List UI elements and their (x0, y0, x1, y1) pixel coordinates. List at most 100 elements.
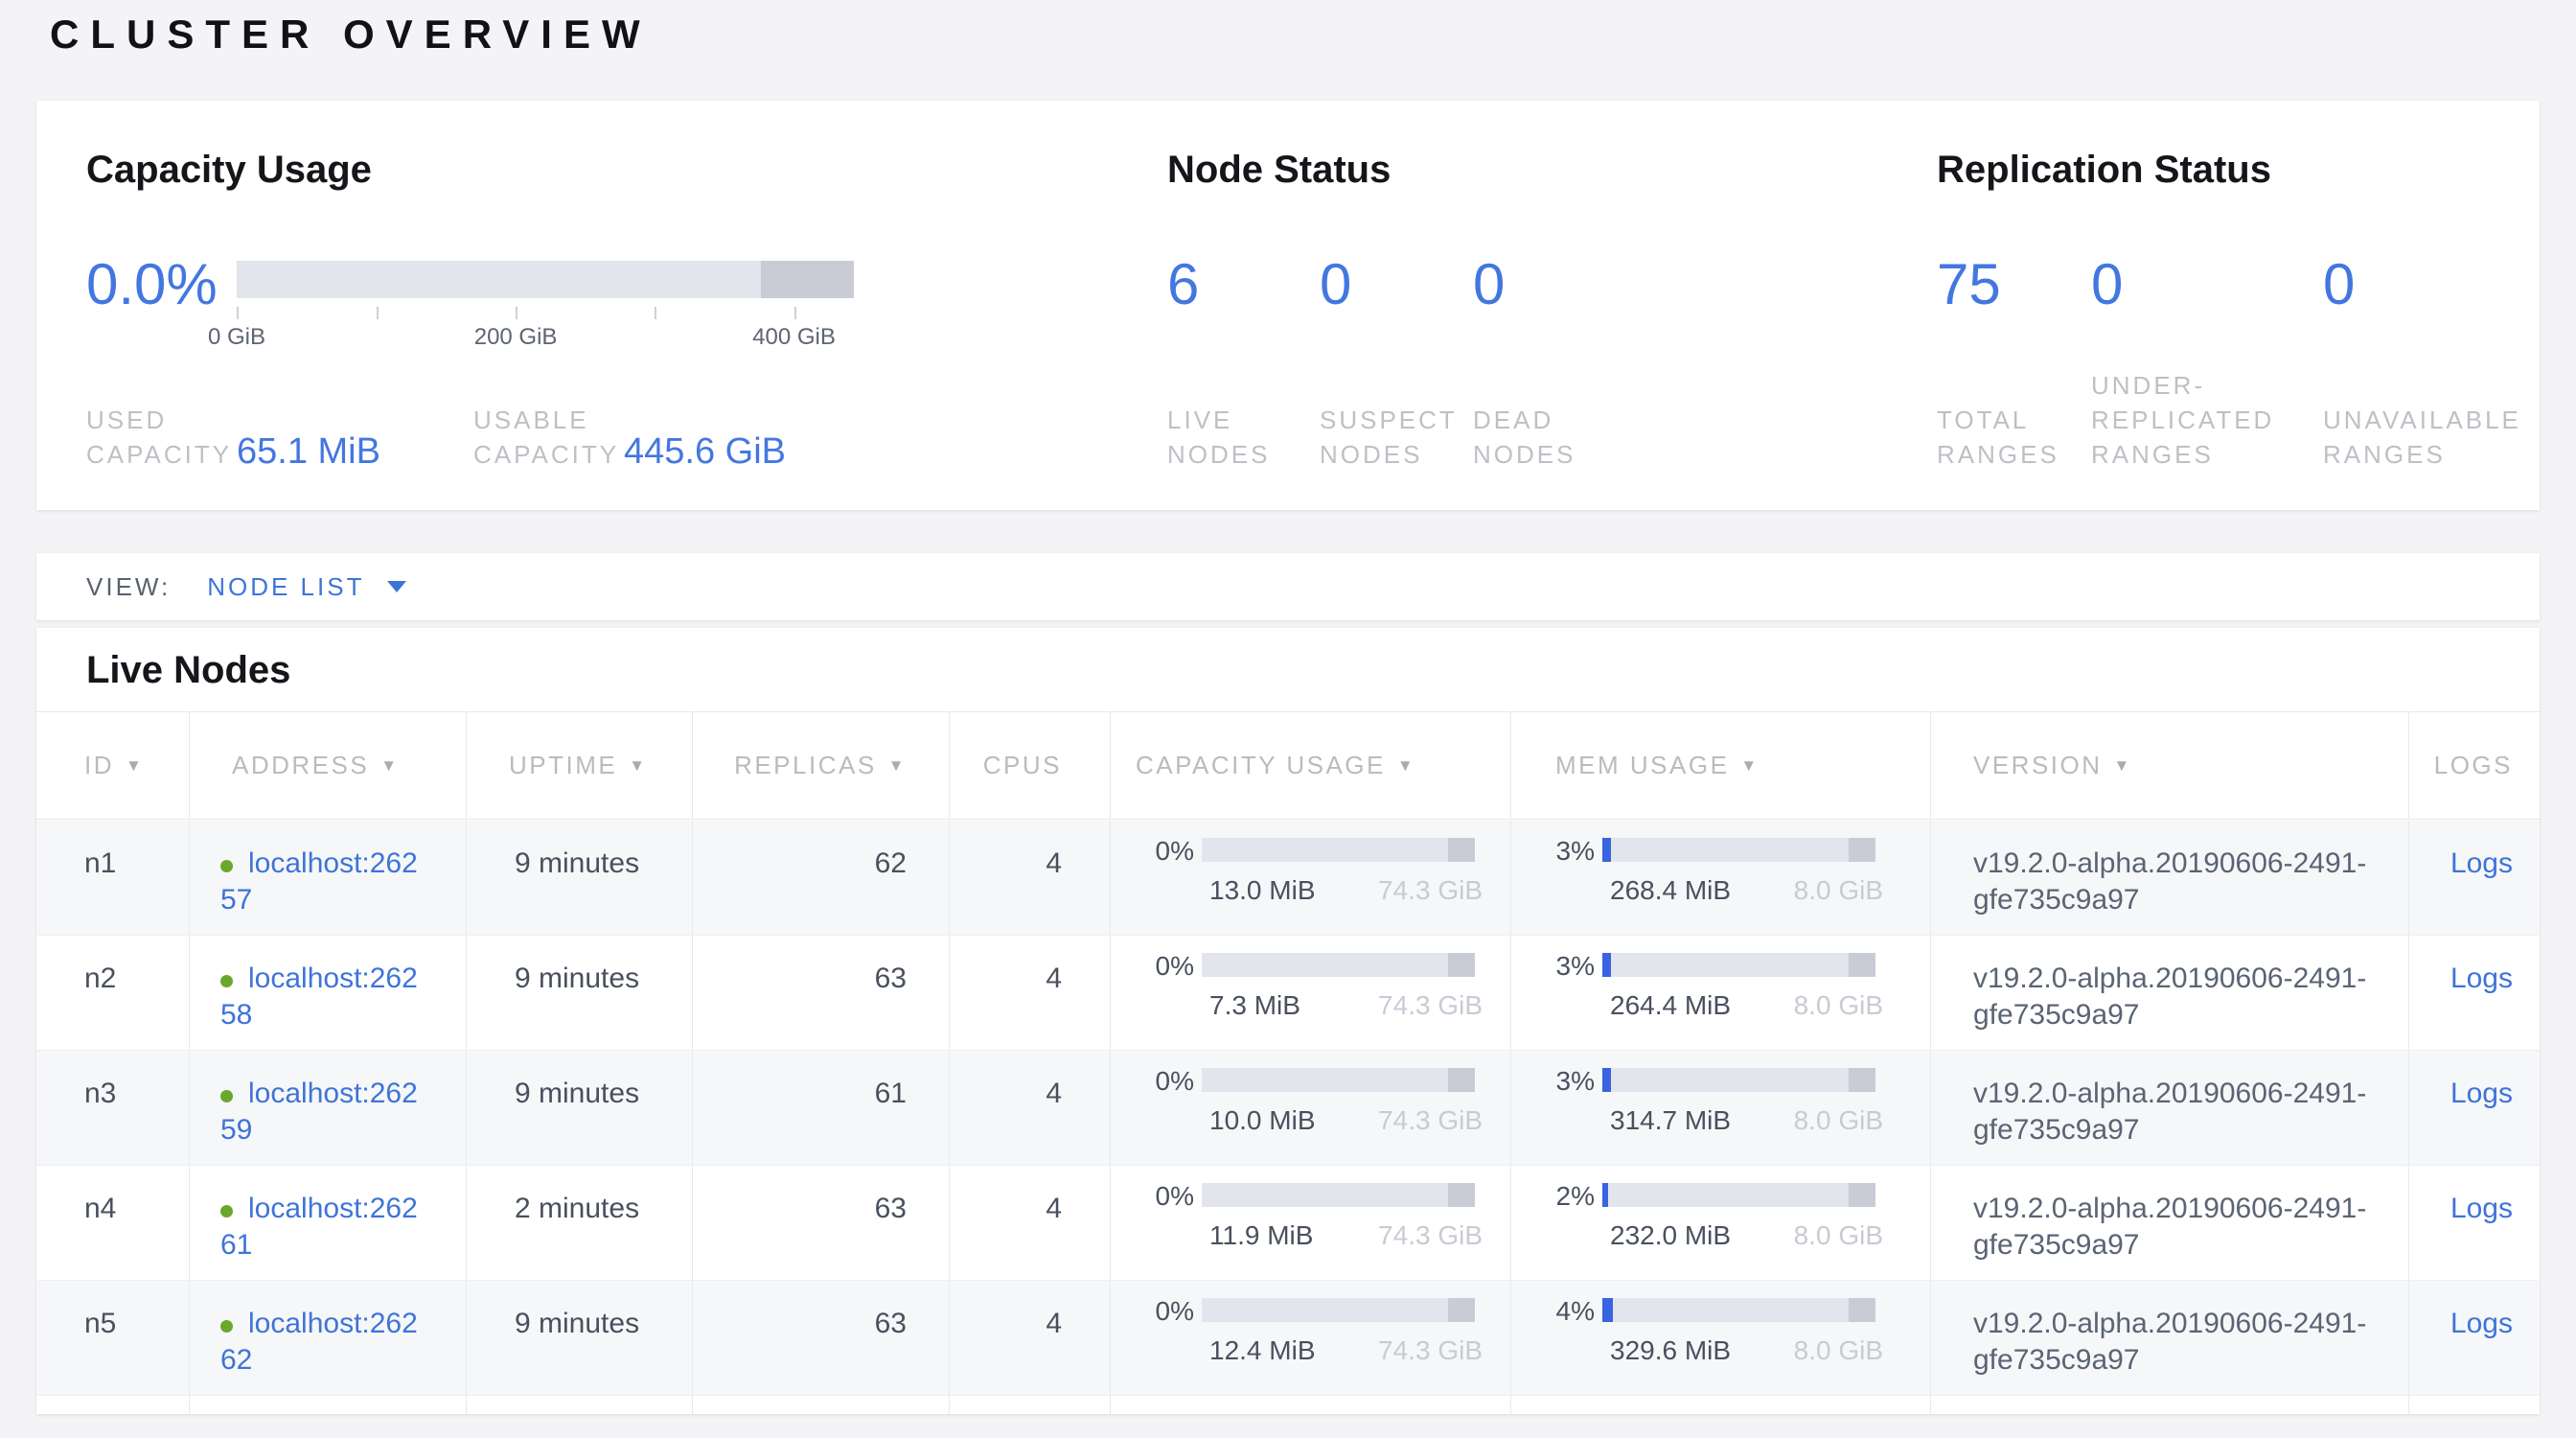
table-row: n5 localhost:26262 9 minutes 63 4 0% 12.… (36, 1281, 2540, 1396)
usable-capacity-value: 445.6 GiB (624, 431, 786, 472)
axis-label-200: 200 GiB (474, 324, 558, 351)
capacity-usage-section: Capacity Usage 0.0% (86, 101, 1140, 510)
node-address-cell: localhost:26257 (190, 821, 467, 935)
capacity-used-value: 13.0 MiB (1209, 872, 1316, 909)
mem-used-value: 264.4 MiB (1610, 987, 1731, 1024)
node-version-cell: v19.2.0-alpha.20190606-2491-gfe735c9a97 (1931, 936, 2409, 1050)
capacity-used-value: 7.3 MiB (1209, 987, 1300, 1024)
mem-percent-label: 3% (1550, 838, 1602, 864)
capacity-total-value: 74.3 GiB (1378, 987, 1483, 1024)
node-cpus-cell: 4 (950, 936, 1111, 1050)
node-uptime-cell: 9 minutes (467, 1051, 693, 1165)
capacity-meter-bar (1202, 1298, 1475, 1322)
table-row: n4 localhost:26261 2 minutes 63 4 0% 11.… (36, 1166, 2540, 1281)
node-logs-cell: Logs (2409, 821, 2540, 935)
node-address-cell: localhost:26262 (190, 1281, 467, 1395)
capacity-total-value: 74.3 GiB (1378, 1333, 1483, 1369)
node-cpus-cell: 4 (950, 1051, 1111, 1165)
capacity-axis-ticks (237, 307, 854, 319)
table-row: n1 localhost:26257 9 minutes 62 4 0% 13.… (36, 821, 2540, 936)
node-live-dot-icon (220, 1090, 233, 1102)
live-nodes-table-body: n1 localhost:26257 9 minutes 62 4 0% 13.… (36, 821, 2540, 1396)
node-address-link[interactable]: localhost:26259 (220, 1078, 418, 1146)
capacity-percent-label: 0% (1149, 1068, 1202, 1094)
summary-card: Capacity Usage 0.0% (36, 101, 2540, 510)
live-nodes-stat: 6 LIVE NODES (1167, 259, 1301, 472)
unavailable-ranges-stat: 0 UNAVAILABLE RANGES (2323, 259, 2548, 472)
capacity-meter-bar (1202, 1183, 1475, 1207)
chevron-down-icon (387, 581, 406, 592)
capacity-meter-bar (1202, 1068, 1475, 1092)
used-capacity: USED CAPACITY 65.1 MiB (86, 403, 473, 472)
mem-percent-label: 3% (1550, 1068, 1602, 1094)
mem-used-value: 314.7 MiB (1610, 1102, 1731, 1139)
column-header-capacity-usage[interactable]: CAPACITY USAGE (1111, 712, 1511, 819)
node-live-dot-icon (220, 1320, 233, 1333)
node-id-cell: n4 (36, 1166, 190, 1280)
capacity-axis-labels: 0 GiB 200 GiB 400 GiB (237, 324, 854, 353)
node-live-dot-icon (220, 860, 233, 872)
node-cpus-cell: 4 (950, 1281, 1111, 1395)
node-address-link[interactable]: localhost:26257 (220, 847, 418, 916)
node-address-cell: localhost:26259 (190, 1051, 467, 1165)
node-uptime-cell: 2 minutes (467, 1166, 693, 1280)
capacity-percent-label: 0% (1149, 838, 1202, 864)
view-bar: VIEW: NODE LIST (36, 553, 2540, 620)
node-logs-cell: Logs (2409, 1051, 2540, 1165)
mem-meter-bar (1602, 1068, 1875, 1092)
column-header-cpus: CPUS (950, 712, 1111, 819)
mem-meter-bar (1602, 1298, 1875, 1322)
node-logs-cell: Logs (2409, 1166, 2540, 1280)
node-mem-usage-cell: 4% 329.6 MiB 8.0 GiB (1511, 1281, 1931, 1395)
node-address-link[interactable]: localhost:26262 (220, 1308, 418, 1376)
capacity-used-value: 10.0 MiB (1209, 1102, 1316, 1139)
node-logs-link[interactable]: Logs (2450, 1308, 2513, 1339)
capacity-bar-reserved (761, 261, 854, 298)
node-uptime-cell: 9 minutes (467, 936, 693, 1050)
column-header-uptime[interactable]: UPTIME (467, 712, 693, 819)
suspect-nodes-stat: 0 SUSPECT NODES (1320, 259, 1459, 472)
mem-meter-bar (1602, 953, 1875, 977)
node-mem-usage-cell: 3% 314.7 MiB 8.0 GiB (1511, 1051, 1931, 1165)
mem-total-value: 8.0 GiB (1794, 872, 1883, 909)
capacity-percent-label: 0% (1149, 953, 1202, 979)
view-selector-dropdown[interactable]: NODE LIST (207, 572, 406, 602)
node-logs-link[interactable]: Logs (2450, 847, 2513, 879)
mem-used-value: 329.6 MiB (1610, 1333, 1731, 1369)
node-status-section: Node Status 6 LIVE NODES 0 SUSPECT NODES… (1167, 101, 1915, 510)
column-header-address[interactable]: ADDRESS (190, 712, 467, 819)
capacity-meter-bar (1202, 838, 1475, 862)
mem-percent-label: 2% (1550, 1183, 1602, 1209)
node-logs-link[interactable]: Logs (2450, 963, 2513, 994)
column-header-id[interactable]: ID (36, 712, 190, 819)
axis-label-400: 400 GiB (752, 324, 836, 351)
table-row: n2 localhost:26258 9 minutes 63 4 0% 7.3… (36, 936, 2540, 1051)
node-mem-usage-cell: 3% 264.4 MiB 8.0 GiB (1511, 936, 1931, 1050)
under-replicated-ranges-stat: 0 UNDER-REPLICATED RANGES (2091, 259, 2326, 472)
node-logs-link[interactable]: Logs (2450, 1193, 2513, 1224)
node-capacity-usage-cell: 0% 10.0 MiB 74.3 GiB (1111, 1051, 1511, 1165)
node-address-link[interactable]: localhost:26261 (220, 1193, 418, 1261)
usable-capacity: USABLE CAPACITY 445.6 GiB (473, 403, 786, 472)
node-replicas-cell: 61 (693, 1051, 950, 1165)
node-replicas-cell: 63 (693, 936, 950, 1050)
column-header-mem-usage[interactable]: MEM USAGE (1511, 712, 1931, 819)
capacity-total-value: 74.3 GiB (1378, 1102, 1483, 1139)
node-logs-link[interactable]: Logs (2450, 1078, 2513, 1109)
capacity-meter-bar (1202, 953, 1475, 977)
axis-label-0: 0 GiB (208, 324, 265, 351)
node-uptime-cell: 9 minutes (467, 821, 693, 935)
table-row: n3 localhost:26259 9 minutes 61 4 0% 10.… (36, 1051, 2540, 1166)
node-replicas-cell: 62 (693, 821, 950, 935)
capacity-percent-label: 0% (1149, 1298, 1202, 1324)
node-address-link[interactable]: localhost:26258 (220, 963, 418, 1031)
node-capacity-usage-cell: 0% 13.0 MiB 74.3 GiB (1111, 821, 1511, 935)
mem-total-value: 8.0 GiB (1794, 1333, 1883, 1369)
node-version-cell: v19.2.0-alpha.20190606-2491-gfe735c9a97 (1931, 1281, 2409, 1395)
live-nodes-title: Live Nodes (86, 649, 290, 692)
column-header-replicas[interactable]: REPLICAS (693, 712, 950, 819)
replication-status-title: Replication Status (1937, 149, 2271, 192)
column-header-version[interactable]: VERSION (1931, 712, 2409, 819)
node-address-cell: localhost:26261 (190, 1166, 467, 1280)
mem-total-value: 8.0 GiB (1794, 1218, 1883, 1254)
